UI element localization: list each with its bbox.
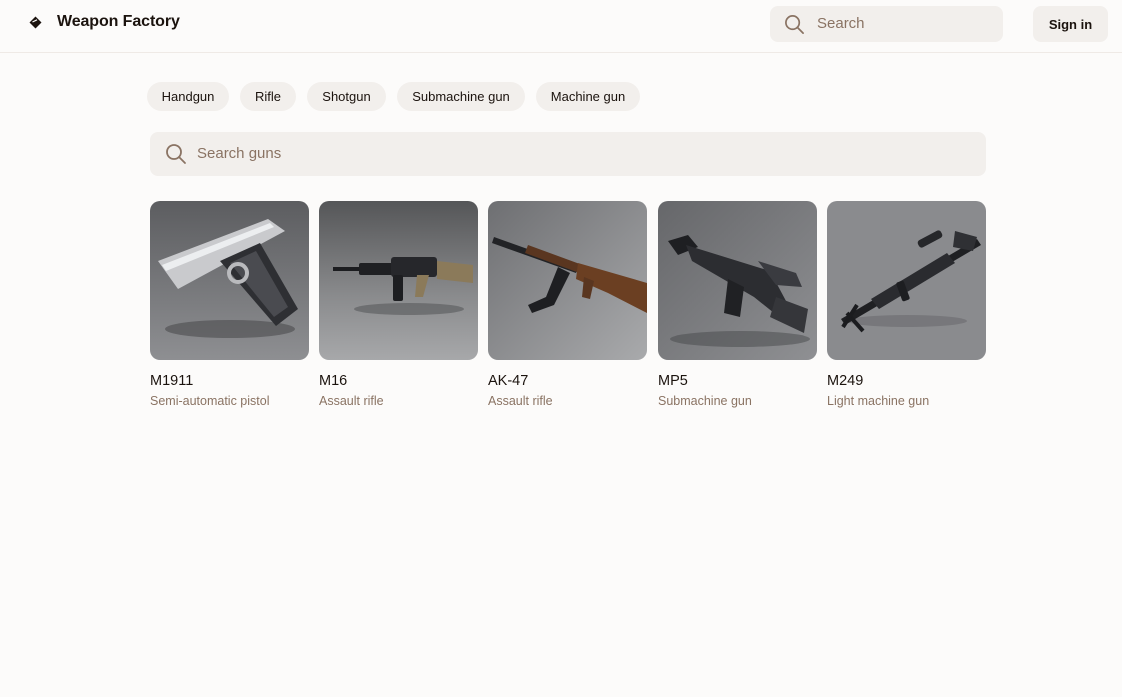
gun-image-m16 bbox=[319, 201, 478, 360]
search-icon bbox=[166, 144, 186, 164]
brand-name[interactable]: Weapon Factory bbox=[57, 13, 180, 31]
gun-search-input[interactable]: Search guns bbox=[150, 132, 986, 176]
header-search-placeholder: Search bbox=[817, 15, 865, 32]
chip-machine-gun[interactable]: Machine gun bbox=[536, 82, 640, 111]
gun-type: Assault rifle bbox=[488, 394, 553, 408]
gun-name: M16 bbox=[319, 373, 348, 389]
gun-type: Semi-automatic pistol bbox=[150, 394, 270, 408]
sign-in-button[interactable]: Sign in bbox=[1033, 6, 1108, 42]
search-icon bbox=[785, 15, 804, 34]
header-search-input[interactable]: Search bbox=[770, 6, 1003, 42]
gun-image-m1911 bbox=[150, 201, 309, 360]
gun-search-placeholder: Search guns bbox=[197, 145, 282, 162]
chip-rifle[interactable]: Rifle bbox=[240, 82, 296, 111]
gun-card-mp5[interactable]: MP5 Submachine gun bbox=[658, 201, 817, 411]
gun-name: MP5 bbox=[658, 373, 688, 389]
gun-image-mp5 bbox=[658, 201, 817, 360]
gun-card-m249[interactable]: M249 Light machine gun bbox=[827, 201, 986, 411]
gun-image-m249 bbox=[827, 201, 986, 360]
diamond-logo-icon bbox=[29, 16, 42, 29]
chip-handgun[interactable]: Handgun bbox=[147, 82, 229, 111]
gun-name: AK-47 bbox=[488, 373, 529, 389]
gun-card-ak47[interactable]: AK-47 Assault rifle bbox=[488, 201, 647, 411]
chip-shotgun[interactable]: Shotgun bbox=[307, 82, 386, 111]
chip-submachine-gun[interactable]: Submachine gun bbox=[397, 82, 525, 111]
gun-image-ak47 bbox=[488, 201, 647, 360]
gun-type: Submachine gun bbox=[658, 394, 752, 408]
gun-name: M249 bbox=[827, 373, 864, 389]
top-bar: Weapon Factory Search Sign in bbox=[0, 0, 1122, 53]
gun-type: Assault rifle bbox=[319, 394, 384, 408]
gun-name: M1911 bbox=[150, 373, 194, 389]
gun-card-m1911[interactable]: M1911 Semi-automatic pistol bbox=[150, 201, 309, 411]
gun-type: Light machine gun bbox=[827, 394, 930, 408]
gun-card-m16[interactable]: M16 Assault rifle bbox=[319, 201, 478, 411]
